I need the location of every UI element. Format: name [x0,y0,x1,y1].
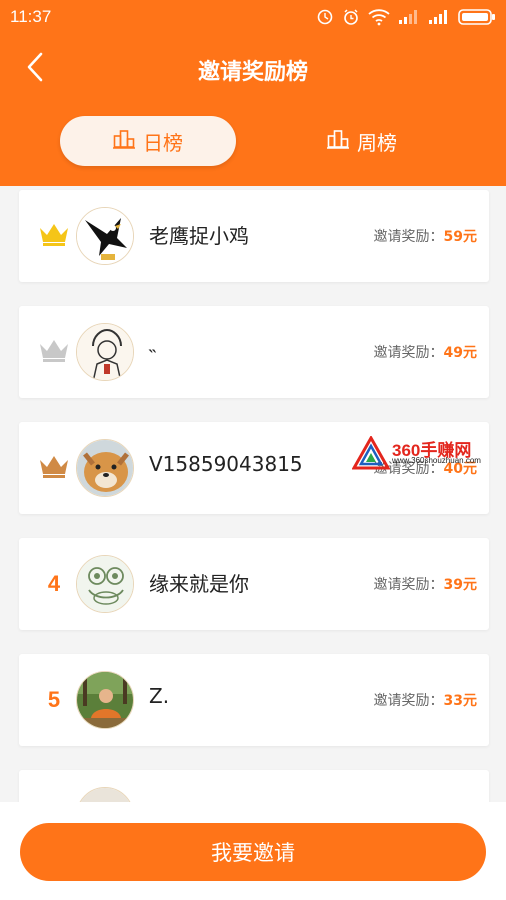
status-bar: 11:37 [0,0,506,34]
rank-badge [29,332,79,372]
user-name: Z. [149,684,170,708]
status-time: 11:37 [10,7,52,26]
wifi-icon [368,8,390,26]
crown-bronze-icon [38,454,70,482]
alarm-icon [342,8,360,26]
ranking-card: 5 Z. 邀请奖励：33元 [19,654,489,746]
watermark-url: www.360shouzhuan.com [392,456,481,465]
user-name: 老鹰捉小鸡 [149,224,249,248]
reward-label: 邀请奖励： [373,345,444,361]
reward-amount: 59元 [443,229,477,245]
reward-amount: 33元 [443,693,477,709]
status-icons [316,7,496,27]
header: 11:37 邀请奖励榜 日榜 周榜 [0,0,506,186]
signal-icon [398,9,420,25]
avatar [76,439,134,497]
crown-gold-icon [38,222,70,250]
avatar [76,323,134,381]
user-name: V15859043815 [149,452,303,476]
crown-silver-icon [38,338,70,366]
ranking-card [19,770,489,802]
watermark: 360手赚网 www.360shouzhuan.com [348,434,506,474]
reward-info: 邀请奖励：59元 [374,226,477,246]
podium-icon [327,129,349,154]
avatar [76,787,134,802]
avatar [76,555,134,613]
sync-icon [316,8,334,26]
reward-label: 邀请奖励： [373,693,444,709]
user-name: ˵ [149,336,156,360]
invite-button[interactable]: 我要邀请 [20,823,486,881]
reward-info: 邀请奖励：39元 [374,574,477,594]
tab-daily-label: 日榜 [143,130,183,155]
tab-weekly-label: 周榜 [357,130,397,155]
rank-badge: 4 [29,564,79,604]
reward-label: 邀请奖励： [373,577,444,593]
rank-badge [29,448,79,488]
reward-info: 邀请奖励：33元 [374,690,477,710]
rank-badge: 5 [29,680,79,720]
ranking-card: ˵ 邀请奖励：49元 [19,306,489,398]
rank-badge [29,216,79,256]
reward-amount: 39元 [443,577,477,593]
tab-weekly[interactable]: 周榜 [292,116,432,166]
page-title: 邀请奖励榜 [197,60,308,85]
rank-number: 5 [47,687,61,712]
user-name: 缘来就是你 [149,572,249,596]
ranking-card: 4 缘来就是你 邀请奖励：39元 [19,538,489,630]
watermark-logo-icon [351,434,391,474]
avatar [76,207,134,265]
signal-icon-2 [428,9,450,25]
ranking-list[interactable]: 老鹰捉小鸡 邀请奖励：59元 ˵ 邀请奖励：49元 V15859043815 邀… [0,186,506,802]
title-bar: 邀请奖励榜 [0,40,506,98]
avatar [76,671,134,729]
reward-amount: 49元 [443,345,477,361]
podium-icon [113,129,135,154]
footer: 我要邀请 [0,802,506,900]
reward-label: 邀请奖励： [373,229,444,245]
tab-bar: 日榜 周榜 [0,116,506,170]
battery-icon [458,8,496,26]
tab-daily[interactable]: 日榜 [60,116,236,166]
ranking-card: 老鹰捉小鸡 邀请奖励：59元 [19,190,489,282]
reward-info: 邀请奖励：49元 [374,342,477,362]
rank-number: 4 [47,571,61,596]
